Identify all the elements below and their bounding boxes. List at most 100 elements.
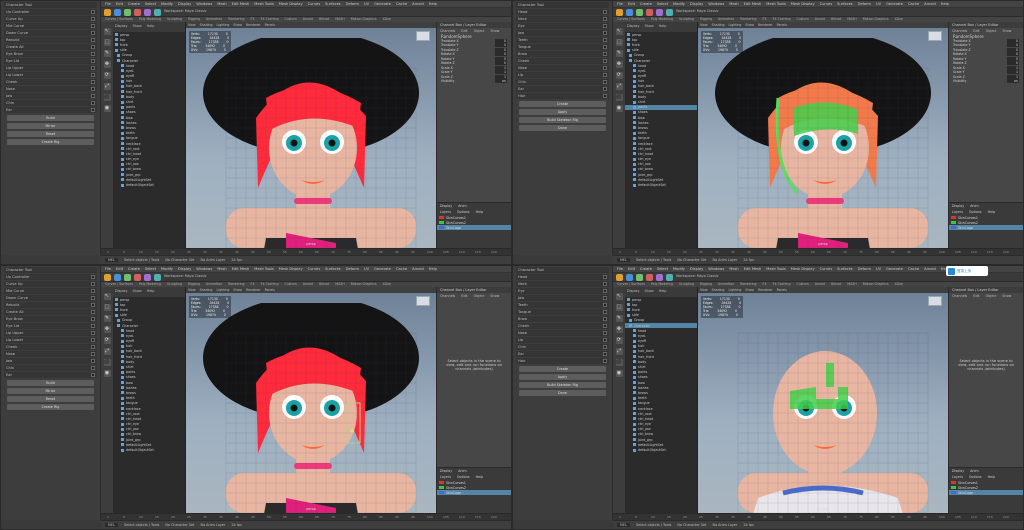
outliner-menu[interactable]: Show xyxy=(645,289,654,295)
tool-row-checkbox[interactable] xyxy=(603,94,607,98)
channel-menu[interactable]: Channels xyxy=(952,294,967,298)
menu-item[interactable]: Mesh Display xyxy=(279,267,303,271)
layer-row[interactable]: SkinCage xyxy=(949,225,1023,230)
tool-row[interactable]: Ear xyxy=(516,351,609,357)
viewport-menu[interactable]: Renderer xyxy=(246,288,261,292)
attr-value[interactable]: 1 xyxy=(495,65,507,70)
anim-layer-status[interactable]: No Anim Layer xyxy=(712,258,737,262)
tool-icon[interactable]: ↖ xyxy=(615,28,623,35)
tool-button[interactable]: Create xyxy=(519,366,606,372)
tool-row-checkbox[interactable] xyxy=(91,303,95,307)
menu-item[interactable]: Curves xyxy=(820,267,832,271)
layer-menu[interactable]: Help xyxy=(476,210,484,214)
character-set-status[interactable]: No Character Set xyxy=(677,258,706,262)
tool-row-checkbox[interactable] xyxy=(603,59,607,63)
tool-icon[interactable]: ⤢ xyxy=(103,83,111,90)
tool-row[interactable]: Create All xyxy=(4,44,97,50)
attr-value[interactable]: 0 xyxy=(495,61,507,66)
shelf-tool-icon[interactable] xyxy=(134,9,141,16)
tool-row-checkbox[interactable] xyxy=(603,87,607,91)
menu-item[interactable]: File xyxy=(105,267,111,271)
viewport-menu[interactable]: Show xyxy=(745,288,754,292)
mel-label[interactable]: MEL xyxy=(105,523,118,527)
tool-icon[interactable]: ✥ xyxy=(615,326,623,333)
tool-icon[interactable]: ⤢ xyxy=(103,348,111,355)
layer-tab[interactable]: Display xyxy=(952,469,964,473)
menu-item[interactable]: Mesh xyxy=(217,267,226,271)
tool-row-checkbox[interactable] xyxy=(91,366,95,370)
menu-item[interactable]: Curves xyxy=(820,2,832,6)
menu-item[interactable]: Mesh Display xyxy=(279,2,303,6)
tool-row[interactable]: Hair xyxy=(516,358,609,364)
outliner-menu[interactable]: Show xyxy=(645,24,654,30)
tool-row[interactable]: Down Curve xyxy=(4,295,97,301)
tool-row[interactable]: Tongue xyxy=(516,44,609,50)
menu-item[interactable]: Deform xyxy=(346,267,359,271)
fps-status[interactable]: 24 fps xyxy=(743,258,754,262)
tool-row-checkbox[interactable] xyxy=(603,331,607,335)
tool-icon[interactable]: ↖ xyxy=(615,293,623,300)
tool-row[interactable]: Teeth xyxy=(516,37,609,43)
tool-row-checkbox[interactable] xyxy=(91,324,95,328)
tool-icon[interactable]: ⬛ xyxy=(615,359,623,366)
attr-value[interactable]: 0 xyxy=(1007,56,1019,61)
shelf-tool-icon[interactable] xyxy=(656,274,663,281)
tool-row[interactable]: Up Controller xyxy=(4,274,97,280)
tool-row[interactable]: Lip Lower xyxy=(4,72,97,78)
tool-row[interactable]: Jaw xyxy=(4,358,97,364)
tool-row[interactable]: Rebuild xyxy=(4,302,97,308)
tool-row[interactable]: Mid Curve xyxy=(4,23,97,29)
shelf-tool-icon[interactable] xyxy=(626,274,633,281)
viewport-menu[interactable]: Show xyxy=(745,23,754,27)
outliner-item[interactable]: defaultObjectSet xyxy=(113,182,185,187)
tool-row-checkbox[interactable] xyxy=(603,324,607,328)
viewport-menu[interactable]: View xyxy=(700,288,708,292)
tool-icon[interactable]: ⬛ xyxy=(615,94,623,101)
tool-row-checkbox[interactable] xyxy=(91,373,95,377)
channel-menu[interactable]: Object xyxy=(986,294,997,298)
tool-button[interactable]: Create xyxy=(519,101,606,107)
shelf-tool-icon[interactable] xyxy=(154,274,161,281)
outliner-menu[interactable]: Help xyxy=(147,289,155,295)
tool-icon[interactable]: ✎ xyxy=(103,50,111,57)
outliner-menu[interactable]: Show xyxy=(133,24,142,30)
menu-item[interactable]: Surfaces xyxy=(325,267,341,271)
tool-row-checkbox[interactable] xyxy=(603,275,607,279)
tool-button[interactable]: Apply xyxy=(519,374,606,380)
layer-row[interactable]: SkinCage xyxy=(437,490,511,495)
menu-item[interactable]: Edit Mesh xyxy=(744,2,762,6)
time-slider[interactable]: 1 5 10 15 20 25 30 35 40 45 50 55 60 65 70 75 80 85 90 95 10… xyxy=(101,248,511,255)
outliner-menu[interactable]: Help xyxy=(659,24,667,30)
viewport-menu[interactable]: Lighting xyxy=(729,23,742,27)
tool-row-checkbox[interactable] xyxy=(603,282,607,286)
tool-icon[interactable]: ◉ xyxy=(615,105,623,112)
tool-row[interactable]: Eye Brow xyxy=(4,51,97,57)
layer-tab[interactable]: Anim xyxy=(458,204,466,208)
time-slider[interactable]: 1 5 10 15 20 25 30 35 40 45 50 55 60 65 70 75 80 85 90 95 10… xyxy=(101,513,511,520)
menu-item[interactable]: Edit Mesh xyxy=(232,267,250,271)
mel-label[interactable]: MEL xyxy=(617,258,630,262)
tool-icon[interactable]: ⟳ xyxy=(615,72,623,79)
menu-item[interactable]: Curves xyxy=(308,2,320,6)
tool-button[interactable]: Build Skeleton Rig xyxy=(519,117,606,123)
attr-value[interactable]: 0 xyxy=(495,47,507,52)
tool-row-checkbox[interactable] xyxy=(91,31,95,35)
shelf-tool-icon[interactable] xyxy=(124,274,131,281)
tool-row-checkbox[interactable] xyxy=(91,94,95,98)
menu-item[interactable]: Select xyxy=(145,2,156,6)
viewport-menu[interactable]: View xyxy=(188,288,196,292)
viewport[interactable]: View Shading Lighting Show Renderer Panels Ver… xyxy=(698,22,948,248)
menu-item[interactable]: Display xyxy=(178,267,191,271)
layer-menu[interactable]: Layers xyxy=(440,210,451,214)
tool-row[interactable]: Brow xyxy=(516,316,609,322)
mel-label[interactable]: MEL xyxy=(105,258,118,262)
tool-row-checkbox[interactable] xyxy=(603,31,607,35)
tool-row-checkbox[interactable] xyxy=(603,52,607,56)
tool-row[interactable]: Neck xyxy=(516,281,609,287)
character-set-status[interactable]: No Character Set xyxy=(165,523,194,527)
layer-menu[interactable]: Help xyxy=(988,475,996,479)
tool-button[interactable]: Build xyxy=(7,115,94,121)
attr-value[interactable]: 0 xyxy=(495,56,507,61)
outliner-menu[interactable]: Display xyxy=(115,24,128,30)
menu-item[interactable]: Edit xyxy=(628,267,635,271)
